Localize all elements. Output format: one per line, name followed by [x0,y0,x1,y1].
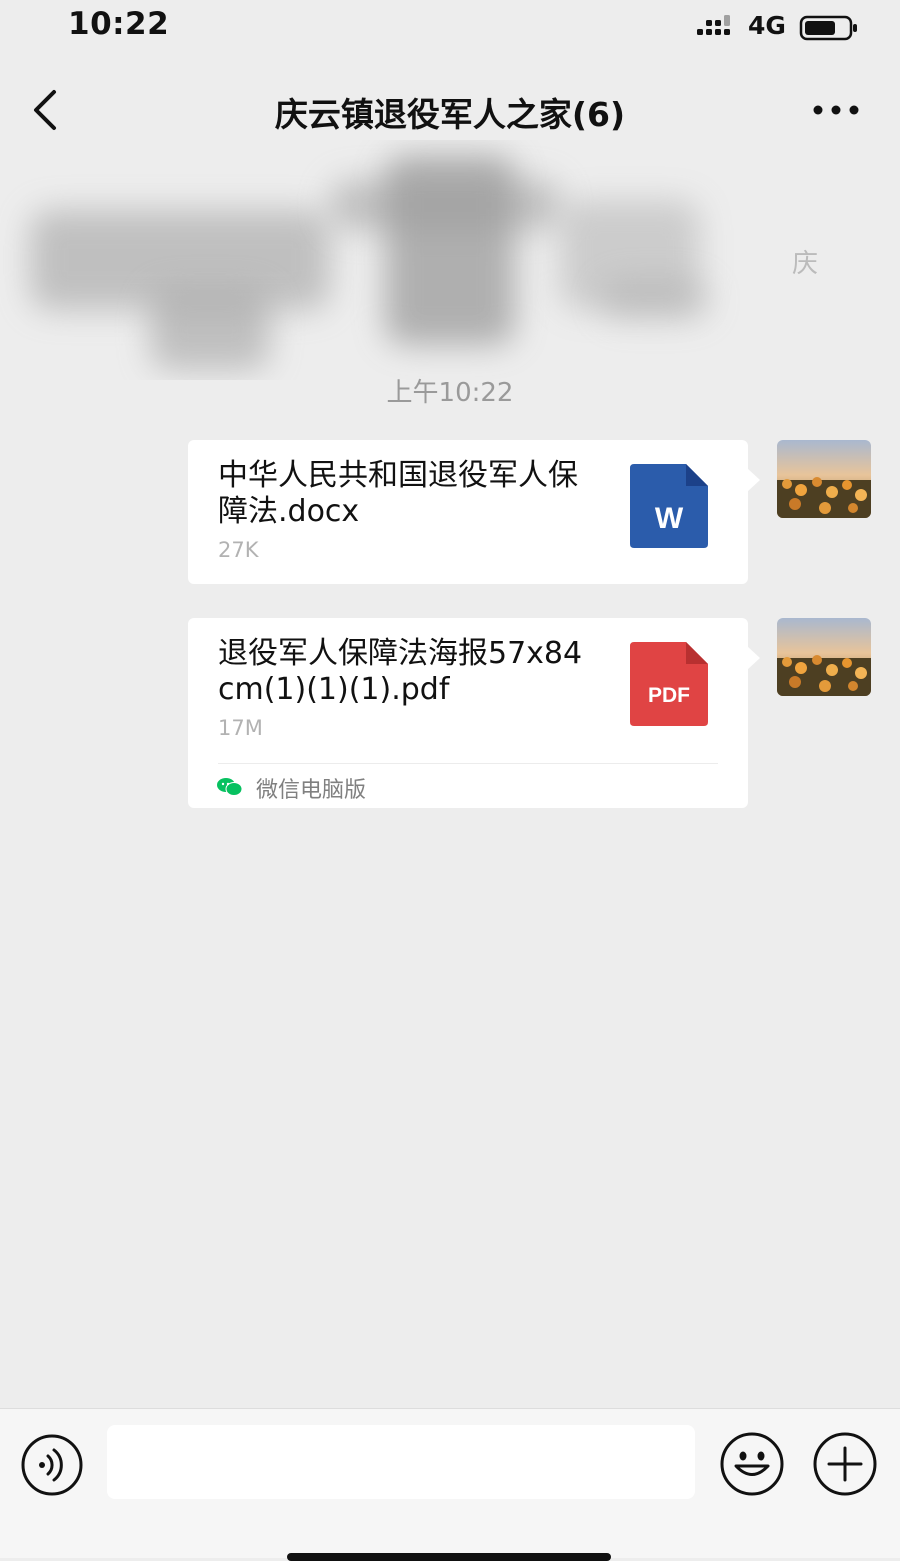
message-input[interactable] [107,1425,695,1499]
battery-icon [799,15,857,41]
network-label: 4G [748,11,786,40]
file-size: 17M [218,716,263,740]
input-bar [0,1408,900,1561]
source-label: 微信电脑版 [256,778,367,803]
bubble-divider [218,763,718,764]
more-dots-icon[interactable] [806,95,866,125]
status-time: 10:22 [68,6,170,42]
file-size: 27K [218,538,259,562]
home-indicator [287,1553,611,1561]
page-title: 庆云镇退役军人之家(6) [274,95,626,134]
voice-icon[interactable] [20,1433,84,1497]
file-message-pdf[interactable]: 退役军人保障法海报57x84cm(1)(1)(1).pdf 17M PDF 微信… [188,618,760,808]
chat-screen: 10:22 4G 庆云镇退役军人之家(6) 庆 上午10:22 中华人民共和国退… [0,0,900,1561]
pdf-file-icon: PDF [630,642,708,726]
redacted-fragment: 庆 [792,249,819,279]
word-icon-label: W [655,502,684,535]
file-name: 中华人民共和国退役军人保障法.docx [218,458,578,529]
chevron-left-icon[interactable] [26,87,66,133]
message-timestamp: 上午10:22 [386,378,514,408]
avatar[interactable] [777,618,871,696]
emoji-smile-icon[interactable] [719,1431,785,1497]
file-name: 退役军人保障法海报57x84cm(1)(1)(1).pdf [218,636,583,707]
status-bar: 10:22 4G [0,0,900,56]
avatar[interactable] [777,440,871,518]
plus-circle-icon[interactable] [812,1431,878,1497]
file-message-docx[interactable]: 中华人民共和国退役军人保障法.docx 27K W [188,440,760,584]
redacted-region: 庆 [0,140,900,380]
wechat-icon [217,778,243,796]
pdf-icon-label: PDF [648,684,690,707]
signal-bars-icon [697,15,730,35]
word-file-icon: W [630,464,708,548]
